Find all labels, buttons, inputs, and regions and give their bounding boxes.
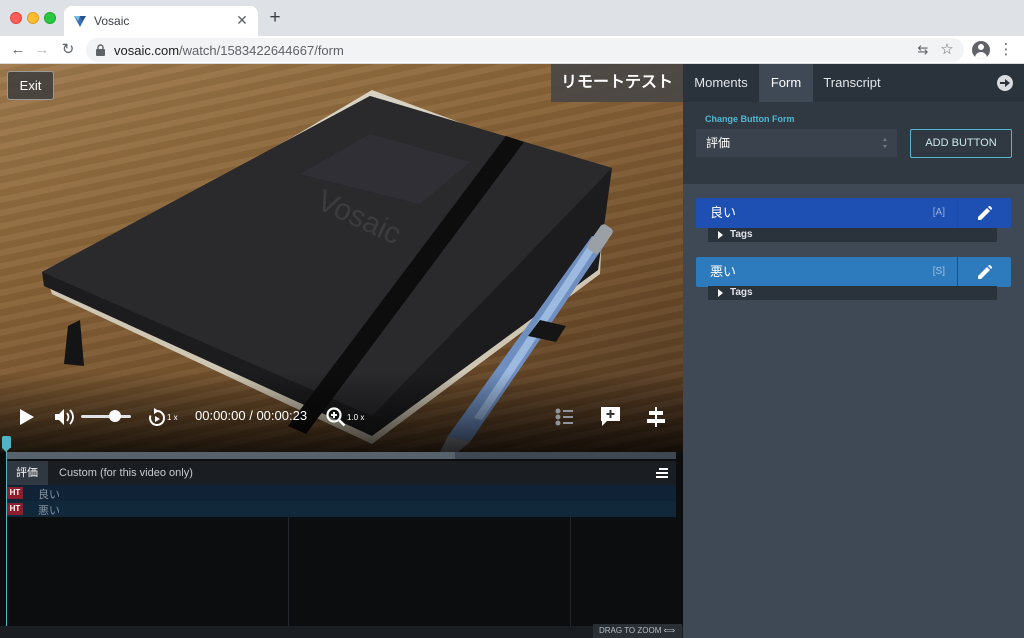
play-icon[interactable] [18, 407, 36, 427]
timeline-row-label: 悪い [38, 505, 60, 517]
time-display: 00:00:00 / 00:00:23 [195, 408, 307, 423]
timeline-footer: DRAG TO ZOOM ⟺ [0, 624, 683, 638]
new-tab-icon[interactable]: + [266, 8, 284, 27]
current-time: 00:00:00 [195, 408, 246, 423]
window-close-button[interactable] [10, 12, 22, 24]
tags-label: Tags [730, 287, 753, 298]
select-arrows-icon [883, 138, 888, 148]
tab-close-icon[interactable]: ✕ [234, 12, 250, 28]
duration: 00:00:23 [256, 408, 308, 423]
selected-form-value: 評価 [706, 136, 731, 150]
playback-rate-button[interactable]: 1 x [148, 407, 180, 427]
url-text: vosaic.com/watch/1583422644667/form [114, 43, 344, 58]
form-button-shortcut: [S] [932, 266, 945, 277]
video-scrubber[interactable] [0, 436, 683, 459]
edit-button[interactable] [958, 257, 1011, 287]
url-domain: vosaic.com [114, 43, 180, 58]
zoom-level-label: 1.0 x [347, 413, 365, 422]
translate-icon[interactable]: ⇆ [914, 41, 932, 59]
vosaic-favicon-icon [74, 16, 86, 27]
zoom-button[interactable]: 1.0 x [326, 407, 370, 427]
collapse-rows-icon[interactable] [656, 468, 668, 478]
form-button-label: 良い [710, 205, 737, 220]
forward-icon[interactable]: → [32, 40, 52, 60]
zoom-in-icon [326, 407, 346, 427]
exit-button[interactable]: Exit [7, 71, 54, 100]
add-comment-icon[interactable] [600, 406, 621, 427]
volume-icon[interactable] [54, 407, 76, 427]
edit-button[interactable] [958, 198, 1011, 228]
moment-list-icon[interactable] [554, 407, 574, 427]
drag-to-zoom-label: DRAG TO ZOOM [599, 626, 662, 635]
drag-arrows-icon: ⟺ [663, 626, 676, 635]
bookmark-star-icon[interactable]: ☆ [938, 41, 956, 59]
volume-slider-handle[interactable] [109, 410, 121, 422]
ht-badge: HT [7, 487, 23, 499]
change-button-form-label: Change Button Form [705, 114, 795, 124]
pencil-icon [978, 265, 992, 279]
url-path: /watch/1583422644667/form [179, 43, 344, 58]
profile-avatar-icon[interactable] [972, 41, 990, 59]
app-root: Vosaic Exit リモートテスト 1 x 00:00:00 / 00:00… [0, 64, 1024, 638]
scrubber-buffered [6, 452, 455, 459]
address-bar: ← → ↻ vosaic.com/watch/1583422644667/for… [0, 36, 1024, 64]
video-title: リモートテスト [551, 64, 683, 102]
form-button-label: 悪い [710, 264, 737, 279]
timeline-rows[interactable]: HT 良い HT 悪い [6, 485, 676, 626]
form-header: Change Button Form 評価 ADD BUTTON [683, 102, 1024, 184]
tags-toggle[interactable]: Tags [708, 286, 997, 300]
lock-icon [96, 44, 105, 56]
time-separator: / [245, 408, 257, 423]
playback-rate-icon [149, 408, 166, 426]
volume-slider-track[interactable] [81, 415, 131, 418]
form-button-main[interactable]: 悪い [S] [696, 257, 957, 287]
tab-transcript[interactable]: Transcript [813, 64, 891, 102]
timeline-tab-custom[interactable]: Custom (for this video only) [59, 461, 193, 485]
add-button-button[interactable]: ADD BUTTON [910, 129, 1012, 158]
browser-menu-icon[interactable]: ⋮ [998, 40, 1014, 60]
tab-form[interactable]: Form [759, 64, 813, 102]
timeline-row[interactable]: HT 良い [6, 485, 676, 501]
ht-badge: HT [7, 503, 23, 515]
form-button-main[interactable]: 良い [A] [696, 198, 957, 228]
browser-tab[interactable]: Vosaic ✕ [64, 6, 258, 36]
tags-toggle[interactable]: Tags [708, 228, 997, 242]
button-form-select[interactable]: 評価 [696, 129, 897, 157]
browser-tab-bar: Vosaic ✕ + [0, 0, 1024, 36]
playhead-line [6, 440, 7, 626]
collapse-panel-arrow-icon[interactable] [997, 75, 1013, 91]
panel-tabs: Moments Form Transcript [683, 64, 1024, 102]
side-panel: Moments Form Transcript Change Button Fo… [683, 64, 1024, 638]
pencil-icon [978, 206, 992, 220]
url-field[interactable]: vosaic.com/watch/1583422644667/form ⇆ ☆ [86, 38, 964, 62]
form-button-shortcut: [A] [932, 207, 945, 218]
drag-to-zoom-handle[interactable]: DRAG TO ZOOM ⟺ [593, 624, 682, 638]
timeline-tabs: 評価 Custom (for this video only) [6, 461, 676, 485]
timeline-tab-form[interactable]: 評価 [6, 461, 48, 485]
playback-rate-label: 1 x [167, 413, 178, 422]
tab-moments[interactable]: Moments [683, 64, 759, 102]
align-center-icon[interactable] [646, 407, 666, 427]
form-button-bad: 悪い [S] [696, 257, 1011, 287]
tags-label: Tags [730, 229, 753, 240]
reload-icon[interactable]: ↻ [58, 40, 78, 60]
back-icon[interactable]: ← [8, 40, 28, 60]
window-zoom-button[interactable] [44, 12, 56, 24]
timeline-row[interactable]: HT 悪い [6, 501, 676, 517]
timeline-row-label: 良い [38, 489, 60, 501]
tab-title: Vosaic [94, 14, 130, 28]
window-minimize-button[interactable] [27, 12, 39, 24]
video-player[interactable]: Vosaic Exit リモートテスト 1 x 00:00:00 / 00:00… [0, 64, 683, 452]
form-button-good: 良い [A] [696, 198, 1011, 228]
